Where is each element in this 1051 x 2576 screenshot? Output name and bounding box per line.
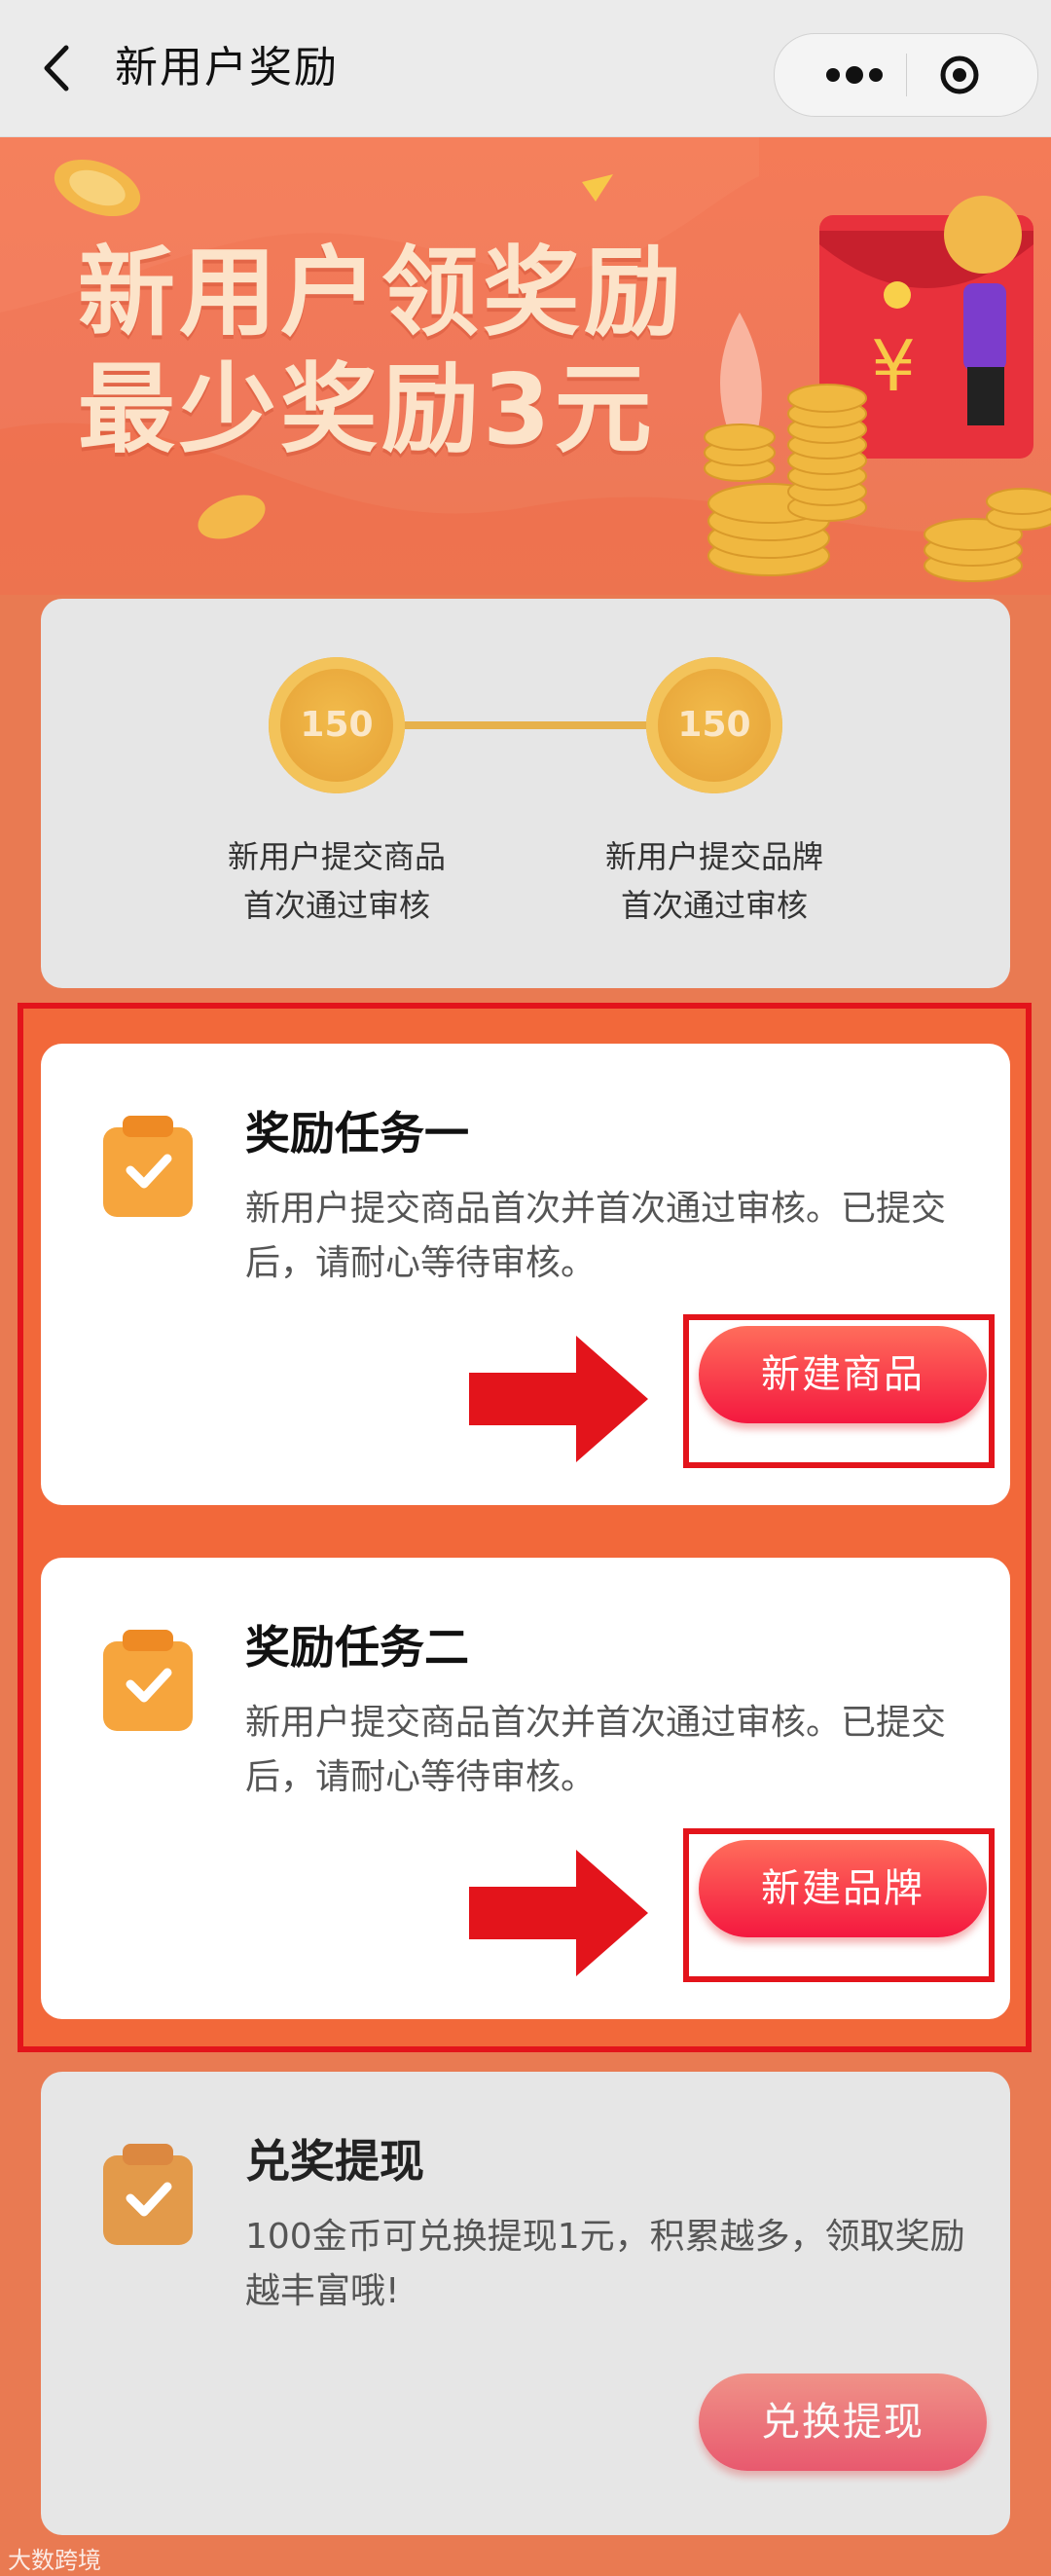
page-title: 新用户奖励: [115, 43, 339, 92]
step-label-2: 新用户提交品牌 首次通过审核: [568, 832, 860, 930]
redeem-cash-button[interactable]: 兑换提现: [699, 2374, 987, 2471]
back-icon[interactable]: [37, 44, 80, 92]
task-description: 新用户提交商品首次并首次通过审核。已提交后，请耐心等待审核。: [245, 1703, 947, 1797]
task-card-2: 奖励任务二 新用户提交商品首次并首次通过审核。已提交后，请耐心等待审核。 新建品…: [41, 1558, 1010, 2019]
step-label-line: 首次通过审核: [620, 887, 808, 924]
task-description: 新用户提交商品首次并首次通过审核。已提交后，请耐心等待审核。: [245, 1189, 947, 1283]
task-title: 奖励任务二: [245, 1621, 469, 1674]
more-dots-icon[interactable]: [814, 57, 911, 92]
watermark-text: 大数跨境: [8, 2547, 101, 2574]
red-arrow-icon: [469, 1336, 648, 1462]
promo-banner: ¥ 新用户领奖励 最少奖励3元: [0, 137, 1051, 595]
banner-line-2: 最少奖励3元: [78, 352, 656, 466]
mini-program-capsule: [774, 33, 1038, 117]
task-title: 奖励任务一: [245, 1107, 469, 1159]
target-icon[interactable]: [940, 55, 979, 94]
step-label-1: 新用户提交商品 首次通过审核: [191, 832, 483, 930]
nav-bar: 新用户奖励: [0, 0, 1051, 137]
step-label-line: 新用户提交品牌: [604, 838, 823, 875]
task-card-redeem: 兑奖提现 100金币可兑换提现1元，积累越多，领取奖励越丰富哦! 兑换提现: [41, 2072, 1010, 2535]
progress-connector: [405, 721, 646, 729]
reward-progress-card: 150 150 新用户提交商品 首次通过审核 新用户提交品牌 首次通过审核: [41, 599, 1010, 988]
clipboard-check-icon: [103, 1116, 193, 1217]
banner-headline: 新用户领奖励 最少奖励3元: [78, 235, 685, 468]
banner-line-1: 新用户领奖励: [78, 236, 685, 350]
capsule-divider: [906, 54, 907, 96]
coin-amount: 150: [300, 705, 374, 745]
step-label-line: 新用户提交商品: [227, 838, 446, 875]
task-title: 兑奖提现: [245, 2135, 424, 2188]
new-brand-button[interactable]: 新建品牌: [699, 1840, 987, 1937]
clipboard-check-icon: [103, 2144, 193, 2245]
clipboard-check-icon: [103, 1630, 193, 1731]
coin-step-1: 150: [269, 657, 405, 793]
task-description: 100金币可兑换提现1元，积累越多，领取奖励越丰富哦!: [245, 2217, 965, 2311]
new-product-button[interactable]: 新建商品: [699, 1326, 987, 1423]
coin-step-2: 150: [646, 657, 782, 793]
step-label-line: 首次通过审核: [242, 887, 430, 924]
coin-amount: 150: [677, 705, 751, 745]
svg-text:¥: ¥: [871, 325, 916, 407]
red-arrow-icon: [469, 1850, 648, 1976]
task-card-1: 奖励任务一 新用户提交商品首次并首次通过审核。已提交后，请耐心等待审核。 新建商…: [41, 1044, 1010, 1505]
watermark: 大数跨境: [8, 2541, 101, 2575]
